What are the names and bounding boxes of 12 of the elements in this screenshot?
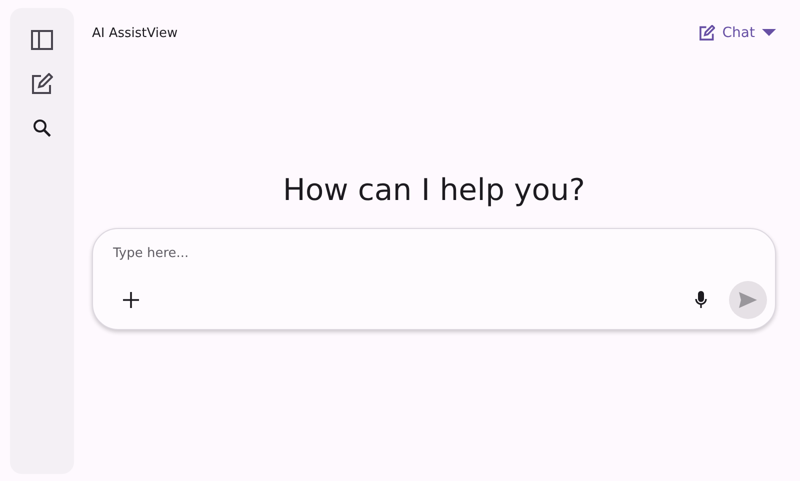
caret-icon bbox=[762, 29, 776, 37]
mode-dropdown[interactable]: Chat bbox=[699, 21, 776, 45]
greeting-heading: How can I help you? bbox=[282, 173, 586, 208]
microphone-icon bbox=[695, 291, 707, 309]
message-input[interactable]: Type here... bbox=[113, 243, 767, 263]
app-title: AI AssistView bbox=[92, 26, 178, 40]
edit-icon bbox=[31, 73, 53, 95]
send-icon bbox=[739, 292, 757, 308]
panel-icon bbox=[31, 30, 53, 50]
edit-icon bbox=[699, 25, 716, 41]
plus-icon bbox=[122, 291, 140, 309]
search-icon bbox=[32, 118, 52, 138]
